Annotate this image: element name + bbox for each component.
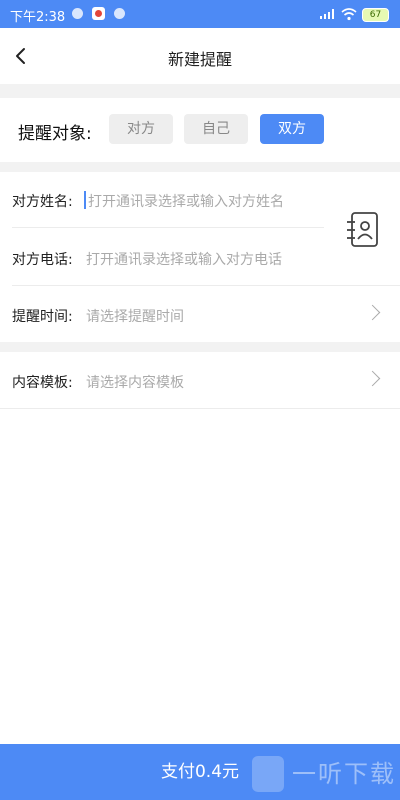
status-time: 下午2:38 xyxy=(10,10,66,25)
reminder-time-label: 提醒时间: xyxy=(12,309,73,325)
contact-phone-label: 对方电话: xyxy=(12,252,73,268)
chevron-right-icon xyxy=(364,304,381,321)
contact-name-field[interactable]: 对方姓名: 打开通讯录选择或输入对方姓名 xyxy=(0,172,400,228)
status-indicator-icon xyxy=(72,8,83,19)
wifi-icon xyxy=(341,8,357,21)
row-divider xyxy=(12,285,400,286)
contact-phone-input[interactable]: 打开通讯录选择或输入对方电话 xyxy=(86,249,282,269)
section-divider xyxy=(0,84,400,98)
target-option-both[interactable]: 双方 xyxy=(260,114,324,144)
section-divider xyxy=(0,342,400,352)
row-divider xyxy=(0,408,400,409)
notification-icon xyxy=(92,7,105,20)
reminder-time-field[interactable]: 提醒时间: 请选择提醒时间 xyxy=(0,287,400,343)
target-option-other[interactable]: 对方 xyxy=(109,114,173,144)
signal-icon xyxy=(320,9,336,19)
status-indicator-icon xyxy=(114,8,125,19)
reminder-target-row: 提醒对象: 对方 自己 双方 xyxy=(0,98,400,162)
reminder-target-label: 提醒对象: xyxy=(18,124,92,144)
status-bar: 下午2:38 67 xyxy=(0,0,400,28)
reminder-time-select[interactable]: 请选择提醒时间 xyxy=(86,306,184,326)
watermark-logo-icon xyxy=(252,756,284,792)
battery-icon: 67 xyxy=(362,8,389,22)
content-template-label: 内容模板: xyxy=(12,375,73,391)
contact-name-label: 对方姓名: xyxy=(12,194,73,210)
contact-phone-field[interactable]: 对方电话: 打开通讯录选择或输入对方电话 xyxy=(0,230,400,286)
section-divider xyxy=(0,162,400,172)
address-book-icon[interactable] xyxy=(344,210,380,250)
header: 新建提醒 xyxy=(0,28,400,84)
target-option-self[interactable]: 自己 xyxy=(184,114,248,144)
content-template-select[interactable]: 请选择内容模板 xyxy=(86,372,184,392)
contact-name-input[interactable]: 打开通讯录选择或输入对方姓名 xyxy=(88,191,284,211)
chevron-right-icon xyxy=(364,370,381,387)
watermark-text: 一听下载 xyxy=(292,760,396,788)
text-cursor xyxy=(84,191,86,209)
page-title: 新建提醒 xyxy=(167,50,232,69)
content-template-field[interactable]: 内容模板: 请选择内容模板 xyxy=(0,353,400,409)
row-divider xyxy=(12,227,324,228)
